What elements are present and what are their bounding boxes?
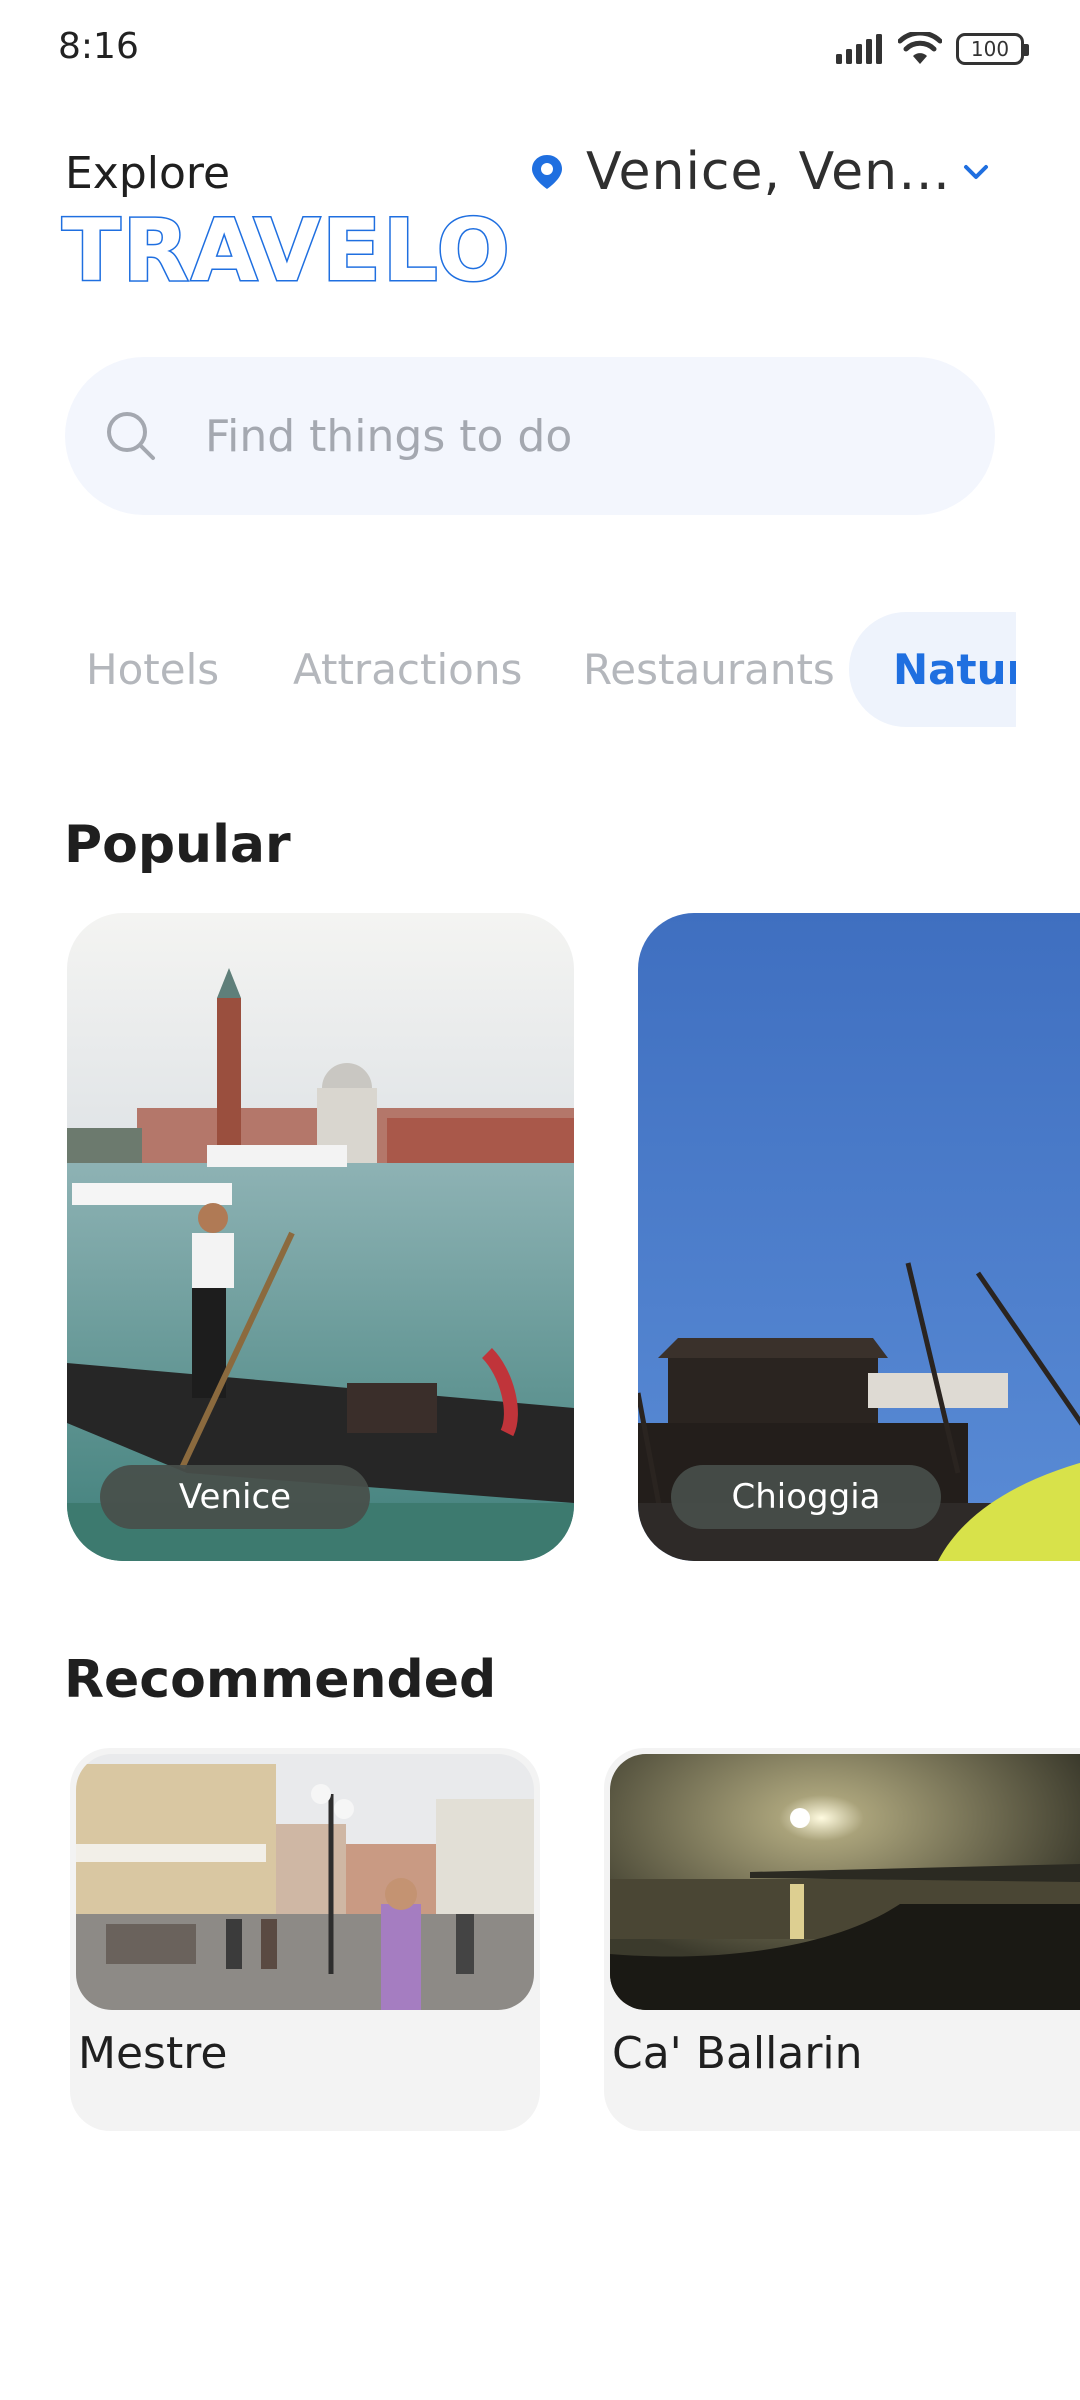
status-time: 8:16 [58, 26, 139, 67]
recommended-card-name: Mestre [78, 2028, 228, 2079]
recommended-card-ca-ballarin[interactable]: Ca' Ballarin [604, 1748, 1080, 2131]
explore-label: Explore [65, 148, 231, 199]
recommended-card-mestre[interactable]: Mestre [70, 1748, 540, 2131]
chioggia-photo [638, 913, 1080, 1561]
tab-nature[interactable]: Nature [849, 612, 1016, 727]
ca-ballarin-photo [610, 1754, 1080, 2010]
location-selector[interactable]: Venice, Venet... [530, 140, 1010, 204]
category-tabs: Hotels Attractions Restaurants Nature [0, 612, 1016, 727]
status-icons: 100 [836, 32, 1029, 66]
search-icon [107, 412, 155, 460]
location-text: Venice, Venet... [586, 142, 956, 202]
search-input[interactable]: Find things to do [65, 357, 995, 515]
status-bar: 8:16 100 [0, 0, 1080, 100]
mestre-photo [76, 1754, 534, 2010]
signal-icon [836, 34, 882, 64]
battery-icon: 100 [956, 33, 1029, 65]
battery-level: 100 [970, 37, 1010, 61]
search-placeholder: Find things to do [205, 411, 573, 462]
recommended-card-name: Ca' Ballarin [612, 2028, 863, 2079]
popular-card-label: Chioggia [671, 1465, 941, 1529]
brand-logo: TRAVELO [61, 207, 512, 296]
brand-name: TRAVELO [61, 201, 512, 301]
location-pin-icon [532, 155, 562, 189]
venice-photo [67, 913, 574, 1561]
tab-hotels[interactable]: Hotels [86, 612, 219, 727]
tab-restaurants[interactable]: Restaurants [583, 612, 835, 727]
recommended-section-title: Recommended [64, 1650, 497, 1710]
popular-card-venice[interactable]: Venice [67, 913, 574, 1561]
popular-section-title: Popular [64, 815, 291, 875]
popular-card-chioggia[interactable]: Chioggia [638, 913, 1080, 1561]
tab-attractions[interactable]: Attractions [293, 612, 522, 727]
wifi-icon [898, 32, 942, 64]
popular-card-label: Venice [100, 1465, 370, 1529]
chevron-down-icon [964, 165, 988, 179]
